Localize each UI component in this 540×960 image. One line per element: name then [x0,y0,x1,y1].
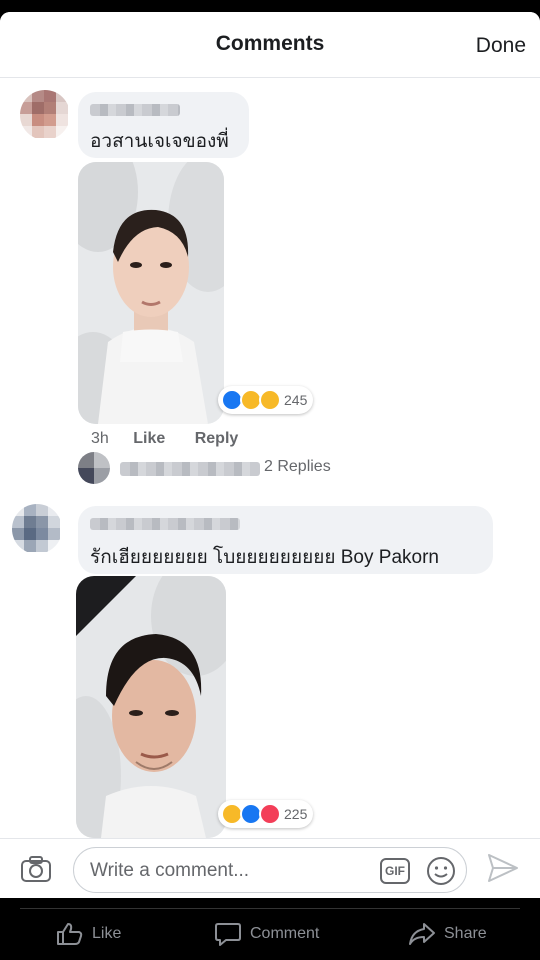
comment-bubble-icon [215,923,241,946]
reaction-count: 225 [284,806,308,822]
emoji-icon[interactable] [426,856,456,891]
comment-composer: Write a comment... GIF [0,838,540,898]
reply-link[interactable]: Reply [195,430,239,447]
comment-input[interactable]: Write a comment... GIF [73,847,467,893]
replies-preview[interactable]: 2 Replies [78,452,348,490]
comment-action-button[interactable]: Comment [214,922,319,946]
reaction-summary[interactable]: 225 [218,800,314,828]
avatar[interactable] [12,504,62,554]
comment-text: รักเฮียยยยยยย โบยยยยยยยยย Boy Pakorn [90,547,439,568]
gif-button[interactable]: GIF [380,858,410,884]
done-button[interactable]: Done [476,34,526,58]
share-action-button[interactable]: Share [408,922,487,946]
comment-time: 3h [91,430,109,447]
replies-count: 2 Replies [264,458,331,475]
sad-reaction-icon [259,389,281,411]
divider [20,908,520,909]
comment-input-placeholder: Write a comment... [90,860,250,881]
send-icon[interactable] [487,853,519,888]
like-link[interactable]: Like [133,430,165,447]
commenter-name-blurred[interactable] [90,518,240,530]
comment-bubble[interactable]: อวสานเจเจของพี่ [78,92,249,158]
reply-avatar [78,452,110,484]
like-action-label: Like [92,925,122,942]
share-action-label: Share [444,925,487,942]
avatar[interactable] [20,90,70,140]
reaction-count: 245 [284,392,308,408]
portrait-image [78,162,224,424]
reply-author-blurred [120,462,260,476]
comment-bubble[interactable]: รักเฮียยยยยยย โบยยยยยยยยย Boy Pakorn [78,506,493,574]
camera-icon[interactable] [20,855,52,888]
comment-photo[interactable] [78,162,224,424]
comments-header: Comments Done [0,12,540,78]
comment-meta: 3h Like Reply [91,430,238,448]
thumbs-up-icon [57,923,83,945]
love-reaction-icon [259,803,281,825]
comment-action-label: Comment [250,925,320,942]
reaction-summary[interactable]: 245 [218,386,314,414]
like-action-button[interactable]: Like [56,922,121,946]
comments-sheet: Comments Done อวสานเจเจของพี่ 245 3h Lik… [0,12,540,898]
commenter-name-blurred[interactable] [90,104,180,116]
gif-label: GIF [385,864,405,878]
comment-photo[interactable] [76,576,226,838]
portrait-image [76,576,226,838]
comment-text: อวสานเจเจของพี่ [90,131,229,152]
header-title: Comments [215,32,325,55]
share-arrow-icon [409,923,435,945]
bottom-action-bar: Like Comment Share [0,898,540,960]
